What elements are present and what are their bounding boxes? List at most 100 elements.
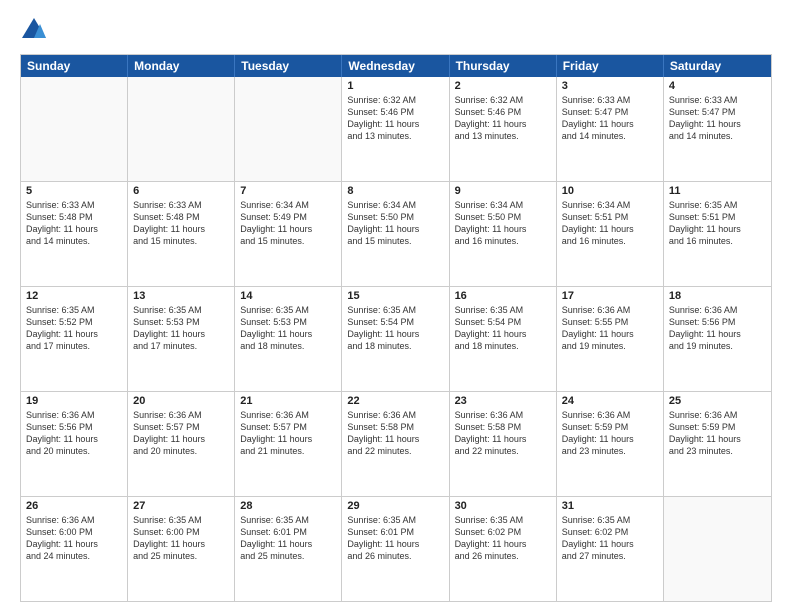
day-number: 15: [347, 290, 443, 302]
day-number: 24: [562, 395, 658, 407]
calendar-cell-18: 18 Sunrise: 6:36 AM Sunset: 5:56 PM Dayli…: [664, 287, 771, 391]
calendar-row-4: 26 Sunrise: 6:36 AM Sunset: 6:00 PM Dayli…: [21, 496, 771, 601]
day-number: 27: [133, 500, 229, 512]
calendar-cell-15: 15 Sunrise: 6:35 AM Sunset: 5:54 PM Dayli…: [342, 287, 449, 391]
header-saturday: Saturday: [664, 55, 771, 77]
cell-text: Sunrise: 6:33 AM Sunset: 5:48 PM Dayligh…: [133, 199, 229, 248]
day-number: 11: [669, 185, 766, 197]
day-number: 21: [240, 395, 336, 407]
day-number: 2: [455, 80, 551, 92]
day-number: 30: [455, 500, 551, 512]
cell-text: Sunrise: 6:35 AM Sunset: 5:54 PM Dayligh…: [455, 304, 551, 353]
day-number: 3: [562, 80, 658, 92]
cell-text: Sunrise: 6:36 AM Sunset: 5:59 PM Dayligh…: [669, 409, 766, 458]
day-number: 28: [240, 500, 336, 512]
day-number: 29: [347, 500, 443, 512]
calendar-cell-7: 7 Sunrise: 6:34 AM Sunset: 5:49 PM Daylig…: [235, 182, 342, 286]
cell-text: Sunrise: 6:34 AM Sunset: 5:50 PM Dayligh…: [455, 199, 551, 248]
day-number: 20: [133, 395, 229, 407]
header-thursday: Thursday: [450, 55, 557, 77]
cell-text: Sunrise: 6:36 AM Sunset: 5:56 PM Dayligh…: [669, 304, 766, 353]
cell-text: Sunrise: 6:36 AM Sunset: 5:57 PM Dayligh…: [133, 409, 229, 458]
cell-text: Sunrise: 6:33 AM Sunset: 5:47 PM Dayligh…: [562, 94, 658, 143]
calendar-cell-4: 4 Sunrise: 6:33 AM Sunset: 5:47 PM Daylig…: [664, 77, 771, 181]
day-number: 5: [26, 185, 122, 197]
calendar-cell-31: 31Sunrise: 6:35 AM Sunset: 6:02 PM Dayli…: [557, 497, 664, 601]
header-tuesday: Tuesday: [235, 55, 342, 77]
calendar-cell-1: 1 Sunrise: 6:32 AM Sunset: 5:46 PM Daylig…: [342, 77, 449, 181]
calendar-cell-10: 10 Sunrise: 6:34 AM Sunset: 5:51 PM Dayli…: [557, 182, 664, 286]
calendar-cell-25: 25 Sunrise: 6:36 AM Sunset: 5:59 PM Dayli…: [664, 392, 771, 496]
cell-text: Sunrise: 6:35 AM Sunset: 5:51 PM Dayligh…: [669, 199, 766, 248]
calendar-cell-17: 17 Sunrise: 6:36 AM Sunset: 5:55 PM Dayli…: [557, 287, 664, 391]
cell-text: Sunrise: 6:34 AM Sunset: 5:50 PM Dayligh…: [347, 199, 443, 248]
calendar-cell-27: 27Sunrise: 6:35 AM Sunset: 6:00 PM Dayli…: [128, 497, 235, 601]
calendar-cell-9: 9 Sunrise: 6:34 AM Sunset: 5:50 PM Daylig…: [450, 182, 557, 286]
calendar-row-1: 5 Sunrise: 6:33 AM Sunset: 5:48 PM Daylig…: [21, 181, 771, 286]
calendar-cell-21: 21 Sunrise: 6:36 AM Sunset: 5:57 PM Dayli…: [235, 392, 342, 496]
calendar-cell-24: 24Sunrise: 6:36 AM Sunset: 5:59 PM Dayli…: [557, 392, 664, 496]
day-number: 12: [26, 290, 122, 302]
day-number: 19: [26, 395, 122, 407]
cell-text: Sunrise: 6:35 AM Sunset: 5:52 PM Dayligh…: [26, 304, 122, 353]
calendar-cell-empty: [21, 77, 128, 181]
page-header: [20, 16, 772, 44]
day-number: 26: [26, 500, 122, 512]
day-number: 8: [347, 185, 443, 197]
calendar-row-2: 12 Sunrise: 6:35 AM Sunset: 5:52 PM Dayli…: [21, 286, 771, 391]
cell-text: Sunrise: 6:36 AM Sunset: 5:56 PM Dayligh…: [26, 409, 122, 458]
calendar-row-0: 1 Sunrise: 6:32 AM Sunset: 5:46 PM Daylig…: [21, 77, 771, 181]
calendar-header: SundayMondayTuesdayWednesdayThursdayFrid…: [21, 55, 771, 77]
cell-text: Sunrise: 6:35 AM Sunset: 5:54 PM Dayligh…: [347, 304, 443, 353]
calendar-cell-26: 26 Sunrise: 6:36 AM Sunset: 6:00 PM Dayli…: [21, 497, 128, 601]
day-number: 1: [347, 80, 443, 92]
calendar-cell-20: 20 Sunrise: 6:36 AM Sunset: 5:57 PM Dayli…: [128, 392, 235, 496]
cell-text: Sunrise: 6:32 AM Sunset: 5:46 PM Dayligh…: [455, 94, 551, 143]
day-number: 9: [455, 185, 551, 197]
day-number: 18: [669, 290, 766, 302]
calendar-cell-29: 29 Sunrise: 6:35 AM Sunset: 6:01 PM Dayli…: [342, 497, 449, 601]
cell-text: Sunrise: 6:35 AM Sunset: 6:01 PM Dayligh…: [347, 514, 443, 563]
calendar-cell-16: 16Sunrise: 6:35 AM Sunset: 5:54 PM Dayli…: [450, 287, 557, 391]
calendar-cell-19: 19 Sunrise: 6:36 AM Sunset: 5:56 PM Dayli…: [21, 392, 128, 496]
cell-text: Sunrise: 6:34 AM Sunset: 5:49 PM Dayligh…: [240, 199, 336, 248]
cell-text: Sunrise: 6:34 AM Sunset: 5:51 PM Dayligh…: [562, 199, 658, 248]
day-number: 22: [347, 395, 443, 407]
cell-text: Sunrise: 6:36 AM Sunset: 5:57 PM Dayligh…: [240, 409, 336, 458]
cell-text: Sunrise: 6:36 AM Sunset: 5:55 PM Dayligh…: [562, 304, 658, 353]
calendar-cell-2: 2 Sunrise: 6:32 AM Sunset: 5:46 PM Daylig…: [450, 77, 557, 181]
day-number: 10: [562, 185, 658, 197]
cell-text: Sunrise: 6:35 AM Sunset: 5:53 PM Dayligh…: [240, 304, 336, 353]
day-number: 6: [133, 185, 229, 197]
day-number: 23: [455, 395, 551, 407]
cell-text: Sunrise: 6:36 AM Sunset: 6:00 PM Dayligh…: [26, 514, 122, 563]
header-sunday: Sunday: [21, 55, 128, 77]
calendar-cell-22: 22 Sunrise: 6:36 AM Sunset: 5:58 PM Dayli…: [342, 392, 449, 496]
day-number: 25: [669, 395, 766, 407]
header-friday: Friday: [557, 55, 664, 77]
cell-text: Sunrise: 6:33 AM Sunset: 5:47 PM Dayligh…: [669, 94, 766, 143]
cell-text: Sunrise: 6:35 AM Sunset: 6:02 PM Dayligh…: [562, 514, 658, 563]
cell-text: Sunrise: 6:36 AM Sunset: 5:58 PM Dayligh…: [347, 409, 443, 458]
calendar-cell-6: 6 Sunrise: 6:33 AM Sunset: 5:48 PM Daylig…: [128, 182, 235, 286]
day-number: 17: [562, 290, 658, 302]
page-container: SundayMondayTuesdayWednesdayThursdayFrid…: [0, 0, 792, 612]
day-number: 14: [240, 290, 336, 302]
calendar-cell-11: 11 Sunrise: 6:35 AM Sunset: 5:51 PM Dayli…: [664, 182, 771, 286]
calendar-cell-13: 13Sunrise: 6:35 AM Sunset: 5:53 PM Dayli…: [128, 287, 235, 391]
calendar-cell-empty: [664, 497, 771, 601]
calendar-cell-3: 3 Sunrise: 6:33 AM Sunset: 5:47 PM Daylig…: [557, 77, 664, 181]
calendar-cell-5: 5Sunrise: 6:33 AM Sunset: 5:48 PM Daylig…: [21, 182, 128, 286]
calendar-cell-14: 14 Sunrise: 6:35 AM Sunset: 5:53 PM Dayli…: [235, 287, 342, 391]
calendar-cell-23: 23Sunrise: 6:36 AM Sunset: 5:58 PM Dayli…: [450, 392, 557, 496]
calendar-cell-12: 12 Sunrise: 6:35 AM Sunset: 5:52 PM Dayli…: [21, 287, 128, 391]
calendar-cell-empty: [235, 77, 342, 181]
day-number: 7: [240, 185, 336, 197]
day-number: 4: [669, 80, 766, 92]
header-monday: Monday: [128, 55, 235, 77]
calendar-body: 1 Sunrise: 6:32 AM Sunset: 5:46 PM Daylig…: [21, 77, 771, 601]
cell-text: Sunrise: 6:32 AM Sunset: 5:46 PM Dayligh…: [347, 94, 443, 143]
logo-icon: [20, 16, 48, 44]
cell-text: Sunrise: 6:35 AM Sunset: 6:01 PM Dayligh…: [240, 514, 336, 563]
day-number: 13: [133, 290, 229, 302]
